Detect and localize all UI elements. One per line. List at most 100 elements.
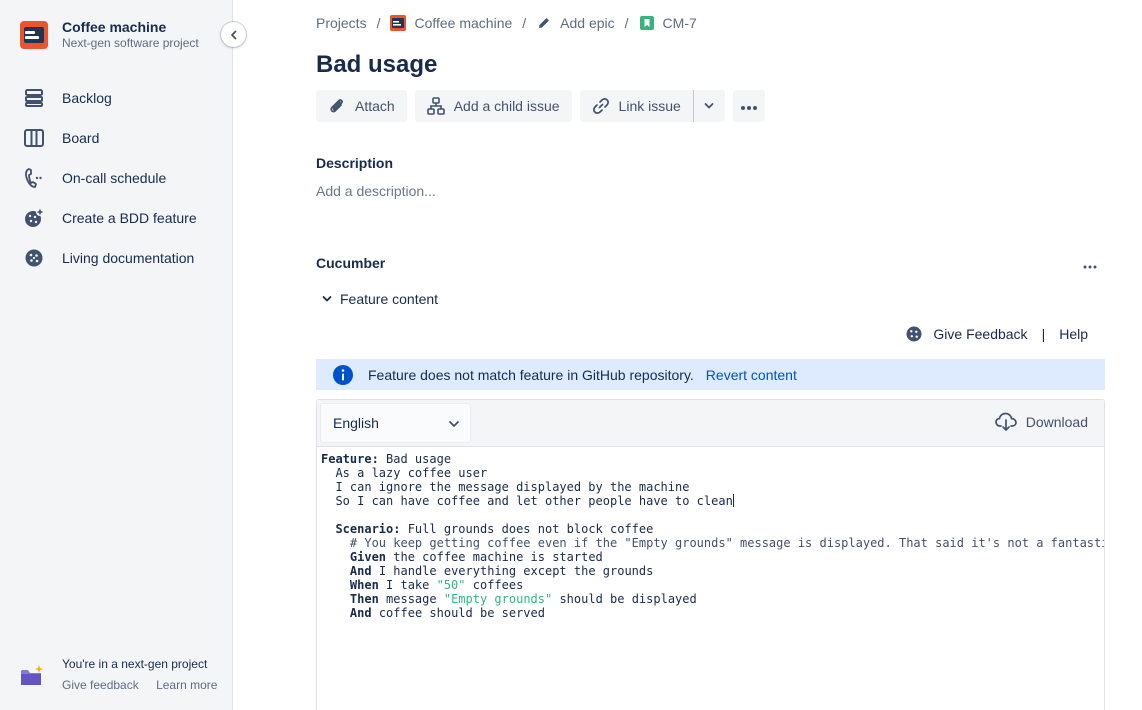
- code-text: coffee should be served: [371, 606, 545, 620]
- code-text: Full grounds does not block coffee: [400, 522, 654, 536]
- feature-content-toggle[interactable]: Feature content: [322, 291, 438, 307]
- sidebar-item-label: Create a BDD feature: [62, 210, 197, 226]
- cucumber-add-icon: [22, 206, 46, 230]
- info-banner: Feature does not match feature in GitHub…: [316, 359, 1105, 390]
- more-icon: [740, 98, 758, 114]
- language-select[interactable]: English: [320, 403, 471, 443]
- issue-key: CM-7: [662, 15, 697, 31]
- next-gen-notice: You're in a next-gen project Give feedba…: [20, 656, 217, 693]
- hierarchy-icon: [426, 97, 445, 115]
- code-string: "50": [436, 578, 466, 592]
- backlog-icon: [22, 86, 46, 110]
- sidebar-item-label: Backlog: [62, 90, 112, 106]
- learn-more-link[interactable]: Learn more: [156, 678, 217, 692]
- breadcrumb-issue[interactable]: CM-7: [639, 15, 697, 31]
- help-link[interactable]: Help: [1059, 326, 1088, 342]
- feature-editor: English Download Feature: Bad usage As a…: [316, 399, 1105, 710]
- download-button[interactable]: Download: [994, 412, 1088, 432]
- breadcrumb-project-label: Coffee machine: [414, 15, 513, 31]
- language-value: English: [333, 415, 379, 431]
- project-icon: [390, 15, 407, 31]
- code-keyword: Feature:: [321, 452, 379, 466]
- link-issue-button[interactable]: Link issue: [579, 90, 693, 122]
- sidebar-item-label: Living documentation: [62, 250, 195, 266]
- add-child-issue-button[interactable]: Add a child issue: [414, 90, 572, 122]
- code-text: Bad usage: [378, 452, 452, 466]
- editor-toolbar: English Download: [317, 400, 1104, 447]
- sidebar-item-living-doc[interactable]: Living documentation: [0, 238, 233, 278]
- download-label: Download: [1025, 414, 1088, 430]
- give-feedback-link[interactable]: Give Feedback: [933, 326, 1027, 342]
- chevron-down-icon: [704, 98, 714, 114]
- more-icon: [1083, 256, 1097, 272]
- sidebar-nav: Backlog Board On-call schedule Create a …: [0, 78, 233, 278]
- phone-icon: [22, 166, 46, 190]
- sidebar-item-board[interactable]: Board: [0, 118, 233, 158]
- code-text: I handle everything except the grounds: [371, 564, 654, 578]
- link-issue-dropdown-button[interactable]: [692, 90, 725, 122]
- cucumber-label: Cucumber: [316, 255, 386, 271]
- cloud-download-icon: [994, 412, 1017, 432]
- code-keyword: And: [349, 606, 372, 620]
- feature-content-label: Feature content: [340, 291, 439, 307]
- code-string: "Empty grounds": [443, 592, 553, 606]
- cucumber-icon: [905, 325, 923, 343]
- feedback-help-row: Give Feedback | Help: [905, 325, 1088, 343]
- link-issue-label: Link issue: [618, 98, 681, 114]
- chevron-left-icon: [229, 27, 239, 43]
- sidebar-item-label: Board: [62, 130, 100, 146]
- code-text: I take: [378, 578, 437, 592]
- more-actions-button[interactable]: [732, 90, 765, 122]
- board-icon: [22, 126, 46, 150]
- sidebar-item-label: On-call schedule: [62, 170, 167, 186]
- link-icon: [592, 97, 610, 115]
- collapse-sidebar-button[interactable]: [221, 22, 246, 47]
- sidebar-item-create-bdd[interactable]: Create a BDD feature: [0, 198, 233, 238]
- banner-message: Feature does not match feature in GitHub…: [368, 366, 694, 383]
- code-line: As a lazy coffee user: [321, 466, 488, 480]
- info-icon: [332, 364, 354, 386]
- breadcrumb-epic-label: Add epic: [560, 15, 615, 31]
- breadcrumb-add-epic[interactable]: Add epic: [536, 15, 615, 31]
- breadcrumb-project[interactable]: Coffee machine: [390, 15, 512, 31]
- attach-label: Attach: [355, 98, 395, 114]
- code-keyword: Given: [349, 550, 387, 564]
- next-gen-title: You're in a next-gen project: [62, 657, 208, 671]
- chevron-down-icon: [448, 417, 460, 433]
- sidebar-item-on-call[interactable]: On-call schedule: [0, 158, 233, 198]
- issue-toolbar: Attach Add a child issue Link issue: [316, 90, 773, 122]
- breadcrumb-projects[interactable]: Projects: [316, 15, 367, 31]
- code-text: the coffee machine is started: [386, 550, 603, 564]
- code-text: coffees: [465, 578, 524, 592]
- code-keyword: Then: [349, 592, 379, 606]
- project-type: Next-gen software project: [62, 36, 199, 50]
- code-line: So I can have coffee and let other peopl…: [321, 494, 733, 508]
- chevron-down-icon: [322, 294, 334, 304]
- code-keyword: When: [349, 578, 379, 592]
- project-header[interactable]: Coffee machine Next-gen software project: [20, 18, 199, 51]
- gherkin-code[interactable]: Feature: Bad usage As a lazy coffee user…: [317, 447, 1104, 620]
- cucumber-more-button[interactable]: [1078, 256, 1102, 272]
- code-comment: # You keep getting coffee even if the "E…: [349, 536, 1104, 550]
- folder-sparkle-icon: [20, 665, 44, 687]
- attach-button[interactable]: Attach: [316, 90, 407, 122]
- description-input[interactable]: Add a description...: [316, 183, 436, 199]
- project-name: Coffee machine: [62, 19, 167, 35]
- sidebar-item-backlog[interactable]: Backlog: [0, 78, 233, 118]
- sidebar: Coffee machine Next-gen software project…: [0, 0, 233, 710]
- separator: |: [1041, 326, 1046, 342]
- code-keyword: Scenario:: [335, 522, 401, 536]
- issue-title[interactable]: Bad usage: [316, 50, 437, 80]
- description-label: Description: [316, 155, 394, 171]
- code-text: message: [378, 592, 444, 606]
- text-cursor: [732, 494, 734, 507]
- story-icon: [639, 15, 655, 31]
- paperclip-icon: [328, 97, 346, 115]
- add-child-label: Add a child issue: [453, 98, 560, 114]
- project-avatar: [20, 21, 48, 49]
- code-keyword: And: [349, 564, 372, 578]
- give-feedback-link[interactable]: Give feedback: [62, 678, 139, 692]
- code-text: should be displayed: [552, 592, 697, 606]
- cucumber-icon: [22, 246, 46, 270]
- revert-content-link[interactable]: Revert content: [706, 367, 797, 383]
